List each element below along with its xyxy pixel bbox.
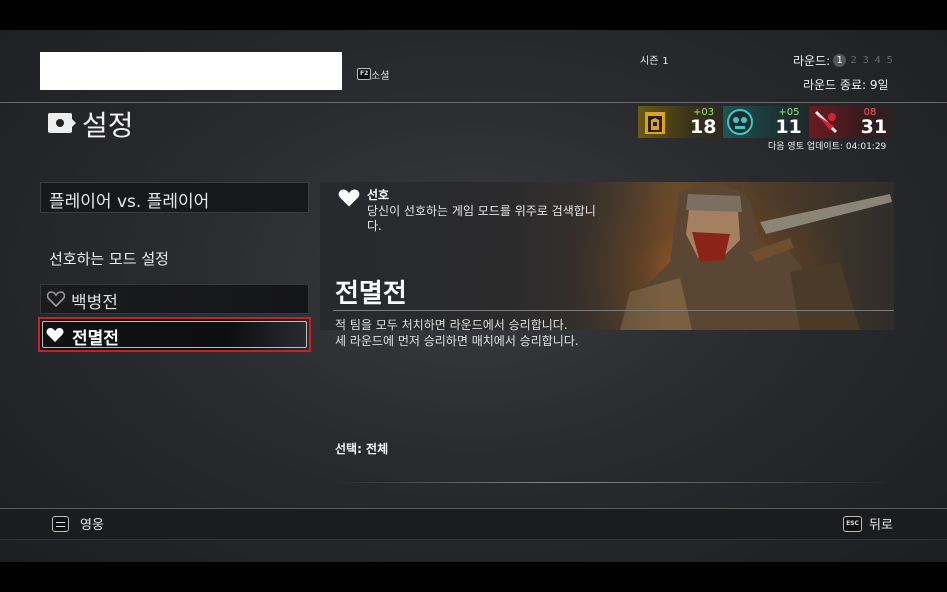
social-key-badge[interactable]: F2	[357, 68, 372, 80]
preferred-mode-heading: 선호하는 모드 설정	[49, 250, 169, 268]
faction-score: 11	[775, 116, 802, 138]
faction-vikings: +05 11	[723, 106, 809, 138]
mode-item-elimination[interactable]: 전멸전	[38, 317, 311, 352]
season-indicator: 시즌 1	[640, 52, 669, 67]
esc-key-badge[interactable]: ESC	[843, 516, 862, 532]
hero-key-icon[interactable]	[52, 516, 69, 532]
faction-samurai: 08 31	[808, 106, 894, 138]
hero-button-label[interactable]: 영웅	[80, 514, 104, 533]
heart-filled-icon	[46, 328, 64, 342]
faction-score: 18	[690, 116, 717, 138]
samurai-emblem-icon	[811, 107, 841, 137]
mode-category-label: 플레이어 vs. 플레이어	[49, 192, 210, 212]
round-end-countdown: 라운드 종료: 9일	[803, 78, 889, 92]
header-divider	[0, 102, 947, 103]
mode-description-line: 적 팀을 모두 처치하면 라운드에서 승리합니다.	[335, 318, 568, 332]
detail-divider	[333, 310, 894, 311]
page-title: 설정	[82, 109, 134, 142]
round-indicator: 라운드: 1 2 3 4 5	[793, 52, 894, 69]
mode-item-brawl[interactable]: 백병전	[40, 284, 309, 314]
round-number: 3	[862, 55, 869, 66]
round-label: 라운드:	[793, 54, 831, 68]
settings-screen: F2 소셜 시즌 1 라운드: 1 2 3 4 5 라운드 종료: 9일 설정 …	[0, 30, 947, 562]
selection-status: 선택: 전체	[335, 442, 389, 456]
heart-filled-icon	[338, 189, 360, 207]
round-number: 5	[886, 55, 893, 66]
mode-category-header: 플레이어 vs. 플레이어	[40, 182, 309, 213]
mode-item-label: 백병전	[71, 293, 118, 313]
social-label[interactable]: 소셜	[371, 67, 389, 82]
letterbox-top	[0, 0, 947, 30]
footer-bar: 영웅 ESC 뒤로	[0, 508, 947, 540]
round-number: 4	[874, 55, 881, 66]
vikings-emblem-icon	[725, 107, 755, 137]
favorite-description: 당신이 선호하는 게임 모드를 위주로 검색합니다.	[367, 204, 596, 233]
faction-score: 31	[860, 116, 888, 138]
round-number: 2	[850, 55, 857, 66]
faction-war-scoreboard: +03 18 +05 11 08 31	[638, 106, 894, 138]
letterbox-bottom	[0, 562, 947, 592]
player-name-box	[40, 52, 342, 90]
favorite-title: 선호	[367, 188, 390, 202]
territory-update-timer: 다음 영토 업데이트: 04:01:29	[768, 142, 887, 152]
detail-bottom-divider	[333, 482, 894, 483]
season-value: 1	[662, 56, 669, 67]
mode-item-label: 전멸전	[72, 329, 119, 349]
back-button-label[interactable]: 뒤로	[869, 514, 893, 533]
season-label: 시즌	[640, 56, 659, 67]
settings-icon	[48, 113, 76, 133]
mode-description-line: 세 라운드에 먼저 승리하면 매치에서 승리합니다.	[335, 334, 579, 348]
round-number: 1	[833, 54, 847, 67]
heart-outline-icon	[47, 291, 65, 307]
mode-detail-title: 전멸전	[335, 279, 407, 309]
knights-emblem-icon	[640, 107, 670, 137]
faction-knights: +03 18	[638, 106, 724, 138]
